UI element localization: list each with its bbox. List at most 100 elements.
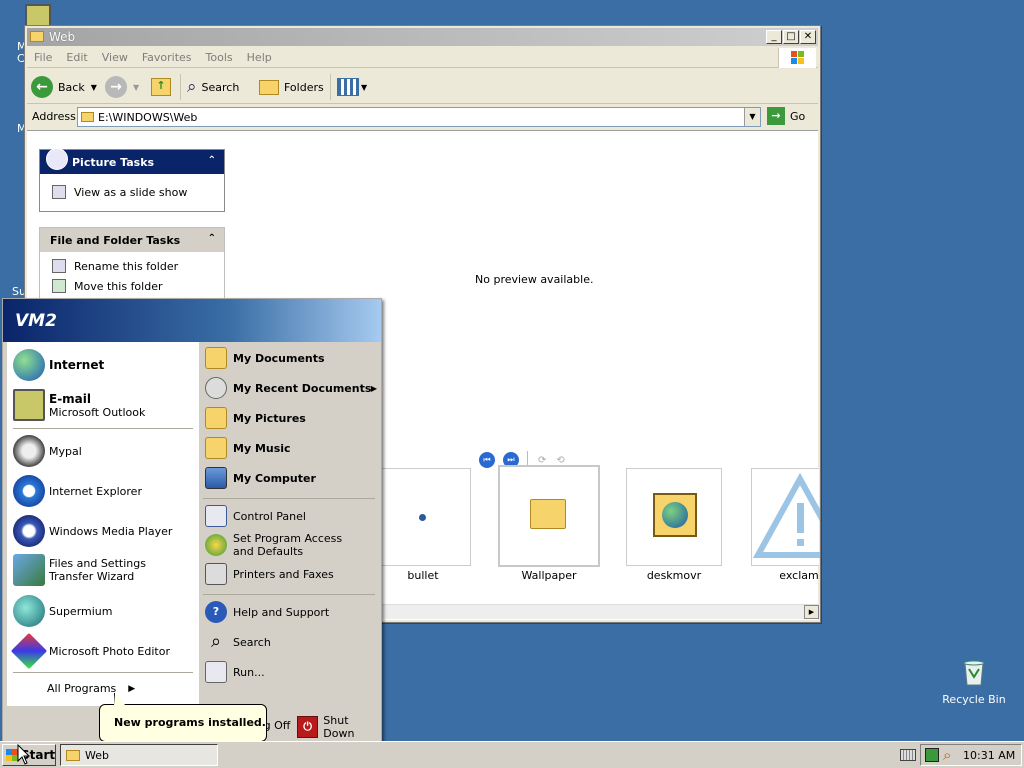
supermium-icon	[13, 595, 45, 627]
start-item-email[interactable]: E-mail Microsoft Outlook	[13, 386, 145, 424]
collapse-icon[interactable]: ⌃	[208, 233, 216, 244]
item-title: E-mail	[49, 391, 92, 406]
start-item-recent-documents[interactable]: My Recent Documents ▶	[205, 376, 377, 400]
slide-show-icon	[52, 185, 66, 199]
menu-edit[interactable]: Edit	[59, 48, 94, 64]
rename-icon	[52, 259, 66, 273]
folders-icon	[259, 79, 279, 95]
go-button[interactable]: → Go	[767, 107, 805, 125]
start-menu-header: VM2	[3, 299, 381, 342]
start-item-control-panel[interactable]: Control Panel	[205, 504, 306, 528]
start-item-my-music[interactable]: My Music	[205, 436, 291, 460]
thumbnail-deskmovr[interactable]	[626, 468, 722, 566]
title-bar[interactable]: Web _ □ ✕	[27, 28, 818, 46]
separator	[203, 594, 375, 595]
printer-icon	[205, 563, 227, 585]
new-programs-balloon[interactable]: New programs installed.	[99, 693, 267, 742]
folders-label: Folders	[284, 80, 324, 94]
recycle-bin-icon	[960, 657, 988, 687]
chevron-right-icon: ▶	[370, 383, 377, 393]
horizontal-scrollbar[interactable]: ▶	[381, 604, 819, 619]
collapse-icon[interactable]: ⌃	[208, 155, 216, 166]
toolbar-divider	[180, 74, 181, 100]
menu-help[interactable]: Help	[240, 48, 279, 64]
rotate-counterclockwise-icon[interactable]: ⟲	[556, 455, 564, 466]
balloon-text: New programs installed.	[114, 716, 266, 729]
separator	[203, 498, 375, 499]
back-arrow-icon: ←	[31, 76, 53, 98]
address-input[interactable]: E:\WINDOWS\Web ▼	[77, 107, 761, 127]
folder-up-icon: ↑	[151, 78, 171, 96]
clock: 10:31 AM	[963, 749, 1016, 762]
search-tray-icon[interactable]: ⌕	[943, 746, 951, 764]
rotate-clockwise-icon[interactable]: ⟳	[538, 455, 546, 466]
menu-favorites[interactable]: Favorites	[135, 48, 199, 64]
item-title: Run...	[233, 665, 265, 679]
close-button[interactable]: ✕	[800, 30, 816, 44]
address-dropdown-button[interactable]: ▼	[744, 108, 760, 126]
keyboard-icon[interactable]	[900, 749, 916, 761]
item-title: My Pictures	[233, 411, 306, 425]
menu-view[interactable]: View	[95, 48, 135, 64]
search-button[interactable]: ⌕ Search	[187, 74, 239, 100]
start-item-run[interactable]: Run...	[205, 660, 265, 684]
address-bar: Address E:\WINDOWS\Web ▼ → Go	[27, 106, 818, 128]
start-item-photo-editor[interactable]: Microsoft Photo Editor	[10, 632, 170, 670]
search-icon: ⌕	[210, 631, 222, 652]
network-icon[interactable]	[925, 748, 939, 762]
thumbnail-exclam[interactable]	[751, 468, 848, 566]
scroll-right-icon[interactable]: ▶	[804, 605, 819, 619]
menu-file[interactable]: File	[27, 48, 59, 64]
globe-icon	[13, 349, 45, 381]
windows-logo-icon	[778, 48, 816, 68]
start-item-search[interactable]: ⌕ Search	[205, 630, 271, 654]
thumbnail-wallpaper[interactable]	[498, 465, 600, 567]
start-item-internet[interactable]: Internet	[13, 346, 104, 384]
views-button[interactable]: ▼	[337, 74, 367, 100]
start-item-transfer-wizard[interactable]: Files and Settings Transfer Wizard	[13, 550, 189, 590]
bullet-dot-icon	[419, 514, 426, 521]
start-item-mypal[interactable]: Mypal	[13, 432, 82, 470]
taskbar-button-web[interactable]: Web	[60, 744, 218, 766]
task-slide-show[interactable]: View as a slide show	[40, 182, 224, 202]
start-item-internet-explorer[interactable]: Internet Explorer	[13, 472, 142, 510]
start-item-help[interactable]: ? Help and Support	[205, 600, 329, 624]
thumbnail-bullet[interactable]	[375, 468, 471, 566]
file-folder-tasks-header[interactable]: File and Folder Tasks ⌃	[40, 228, 224, 252]
start-item-my-pictures[interactable]: My Pictures	[205, 406, 306, 430]
start-item-my-documents[interactable]: My Documents	[205, 346, 325, 370]
up-button[interactable]: ↑	[151, 74, 171, 100]
photo-editor-icon	[10, 632, 48, 670]
help-icon: ?	[205, 601, 227, 623]
program-access-icon	[205, 534, 227, 556]
menu-tools[interactable]: Tools	[199, 48, 240, 64]
item-title: Search	[233, 635, 271, 649]
views-grid-icon	[337, 78, 359, 96]
maximize-button[interactable]: □	[783, 30, 799, 44]
user-name: VM2	[15, 311, 57, 331]
start-item-media-player[interactable]: Windows Media Player	[13, 512, 172, 550]
start-item-program-access[interactable]: Set Program Access and Defaults	[205, 530, 363, 560]
toolbar-divider	[330, 74, 331, 100]
minimize-button[interactable]: _	[766, 30, 782, 44]
start-item-my-computer[interactable]: My Computer	[205, 466, 316, 490]
folders-button[interactable]: Folders	[259, 74, 324, 100]
start-item-supermium[interactable]: Supermium	[13, 592, 113, 630]
folder-icon	[81, 112, 94, 122]
forward-button[interactable]: → ▼	[105, 74, 139, 100]
item-title: My Computer	[233, 471, 316, 485]
picture-tasks-header[interactable]: Picture Tasks ⌃	[40, 148, 224, 174]
back-button[interactable]: ← Back ▼	[31, 74, 97, 100]
previous-image-icon[interactable]: ⏮	[479, 452, 495, 468]
move-icon	[52, 279, 66, 293]
thumbnail-label: exclam	[779, 569, 819, 582]
item-title: My Recent Documents	[233, 381, 372, 395]
task-move-folder[interactable]: Move this folder	[40, 276, 224, 296]
recycle-bin[interactable]: Recycle Bin	[934, 657, 1014, 706]
task-rename-folder[interactable]: Rename this folder	[40, 256, 224, 276]
mypal-icon	[13, 435, 45, 467]
folder-icon	[66, 750, 80, 761]
start-item-printers[interactable]: Printers and Faxes	[205, 562, 334, 586]
folder-icon	[530, 499, 566, 529]
shut-down-button[interactable]: ⏻ Shut Down	[297, 714, 381, 740]
